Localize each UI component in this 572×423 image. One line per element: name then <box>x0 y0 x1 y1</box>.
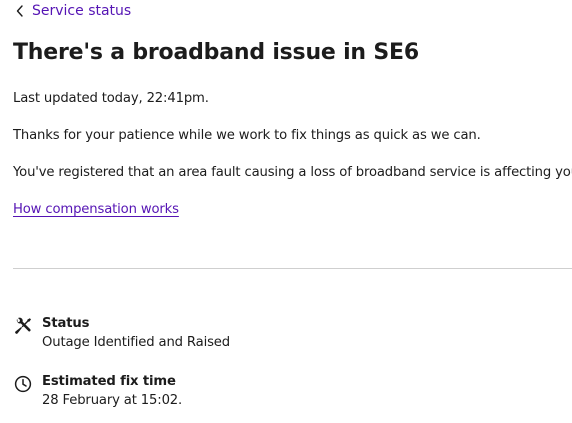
tools-icon <box>14 317 32 335</box>
status-value: Outage Identified and Raised <box>42 335 230 350</box>
section-divider <box>13 268 572 269</box>
last-updated-text: Last updated today, 22:41pm. <box>13 91 209 106</box>
registered-fault-text: You've registered that an area fault cau… <box>13 165 572 180</box>
back-link-service-status[interactable]: Service status <box>14 3 131 19</box>
compensation-link[interactable]: How compensation works <box>13 202 179 217</box>
status-label: Status <box>42 316 90 331</box>
thanks-text: Thanks for your patience while we work t… <box>13 128 481 143</box>
status-row: Status Outage Identified and Raised <box>14 316 230 350</box>
estimated-fix-value: 28 February at 15:02. <box>42 393 183 408</box>
estimated-fix-label: Estimated fix time <box>42 374 176 389</box>
estimated-fix-row: Estimated fix time 28 February at 15:02. <box>14 374 182 408</box>
back-link-label: Service status <box>32 3 132 19</box>
clock-icon <box>14 375 32 393</box>
page-title: There's a broadband issue in SE6 <box>13 40 419 65</box>
chevron-left-icon <box>14 3 26 19</box>
